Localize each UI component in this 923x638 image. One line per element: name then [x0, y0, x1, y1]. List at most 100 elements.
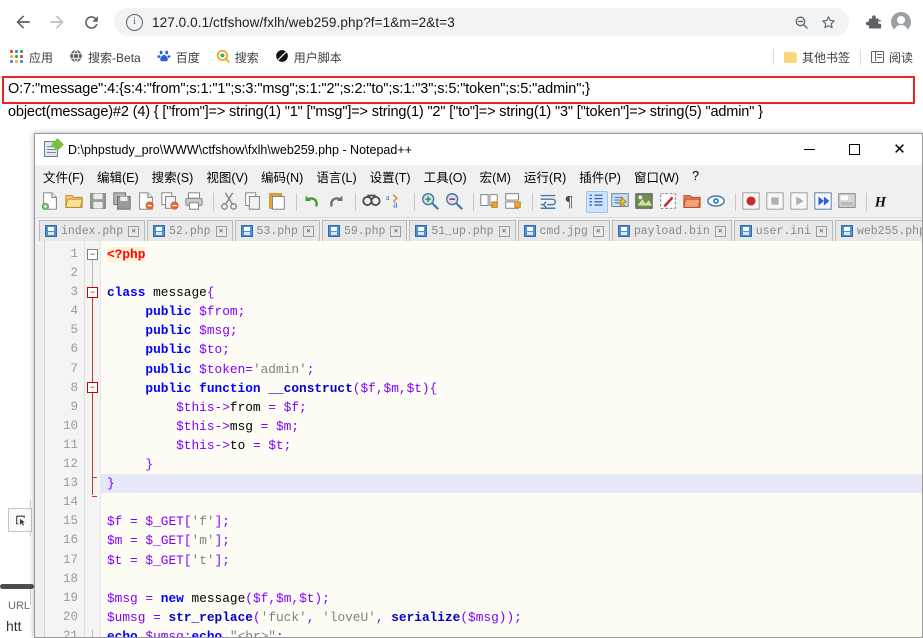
print-icon[interactable]: [184, 191, 206, 213]
fold-marker-php[interactable]: −: [87, 249, 98, 260]
code-folding-margin[interactable]: − − −: [85, 241, 101, 637]
tab-payload-bin[interactable]: payload.bin ✕: [611, 220, 732, 241]
show-all-chars-icon[interactable]: ¶: [562, 191, 584, 213]
code-line: <?php: [107, 247, 146, 262]
close-file-icon[interactable]: [136, 191, 158, 213]
tab-51-up-php[interactable]: 51_up.php ✕: [409, 220, 516, 241]
sync-scroll-v-icon[interactable]: [479, 191, 501, 213]
fold-tick: [92, 477, 97, 478]
save-macro-icon[interactable]: [837, 191, 859, 213]
star-icon[interactable]: [820, 14, 837, 31]
tab-59-php[interactable]: 59.php ✕: [321, 220, 408, 241]
menu-item-plugins[interactable]: 插件(P): [579, 167, 621, 186]
inspect-element-icon[interactable]: [8, 508, 32, 532]
menu-item-settings[interactable]: 设置(T): [370, 167, 411, 186]
minimize-button[interactable]: [787, 134, 832, 165]
ui-theme-icon[interactable]: [610, 191, 632, 213]
back-button[interactable]: [8, 7, 38, 37]
saved-document-icon: [240, 225, 253, 237]
undo-icon[interactable]: [302, 191, 324, 213]
tab-cmd-jpg[interactable]: cmd.jpg ✕: [517, 220, 610, 241]
show-summary-icon[interactable]: [634, 191, 656, 213]
avatar[interactable]: [887, 8, 915, 36]
indent-guide-icon[interactable]: [586, 191, 608, 213]
menu-item-encoding[interactable]: 编码(N): [261, 167, 303, 186]
html-preview-icon[interactable]: H: [872, 191, 894, 213]
line-number: 18: [62, 571, 78, 586]
bookmark-apps[interactable]: 应用: [10, 49, 53, 66]
npp-title-bar[interactable]: D:\phpstudy_pro\WWW\ctfshow\fxlh\web259.…: [35, 134, 922, 165]
zoom-out-icon[interactable]: [444, 191, 466, 213]
line-number-gutter: 1 2 3 4 5 6 7 8 9 10 11 12 13 14 15 16 1…: [45, 241, 85, 637]
find-icon[interactable]: [361, 191, 383, 213]
maximize-button[interactable]: [832, 134, 877, 165]
fold-marker-function[interactable]: −: [87, 382, 98, 393]
code-text-area[interactable]: <?php class message{ public $from; publi…: [101, 241, 922, 637]
menu-item-help[interactable]: ?: [692, 169, 699, 183]
search-minus-icon[interactable]: [793, 14, 810, 31]
folder-as-workspace-icon[interactable]: [682, 191, 704, 213]
tab-close-icon[interactable]: ✕: [390, 225, 402, 237]
copy-icon[interactable]: [243, 191, 265, 213]
new-file-icon[interactable]: [40, 191, 62, 213]
tab-53-php[interactable]: 53.php ✕: [234, 220, 320, 241]
notepad-plus-plus-icon: [44, 138, 64, 158]
bookmark-search[interactable]: 搜索: [216, 49, 259, 66]
address-bar[interactable]: i 127.0.0.1/ctfshow/fxlh/web259.php?f=1&…: [114, 8, 849, 36]
menu-item-run[interactable]: 运行(R): [524, 167, 566, 186]
bookmark-search-beta[interactable]: 搜索-Beta: [69, 49, 141, 66]
close-all-icon[interactable]: [160, 191, 182, 213]
forward-button[interactable]: [42, 7, 72, 37]
tab-close-icon[interactable]: ✕: [815, 225, 827, 237]
stop-macro-icon[interactable]: [765, 191, 787, 213]
word-wrap-icon[interactable]: [538, 191, 560, 213]
tab-52-php[interactable]: 52.php ✕: [147, 220, 233, 241]
reload-button[interactable]: [76, 7, 106, 37]
horizontal-scrollbar[interactable]: [0, 584, 34, 589]
tab-web255-php[interactable]: web255.php✕: [834, 220, 922, 241]
play-multiple-icon[interactable]: [813, 191, 835, 213]
tab-close-icon[interactable]: ✕: [302, 225, 314, 237]
tab-index-php[interactable]: index.php ✕: [39, 220, 146, 241]
http-text: htt: [6, 618, 22, 634]
tab-close-icon[interactable]: ✕: [592, 225, 604, 237]
menu-item-view[interactable]: 视图(V): [206, 167, 248, 186]
save-all-icon[interactable]: [112, 191, 134, 213]
menu-item-window[interactable]: 窗口(W): [634, 167, 679, 186]
code-line: $this->from = $f;: [176, 399, 307, 415]
fold-marker-class[interactable]: −: [87, 287, 98, 298]
menu-item-file[interactable]: 文件(F): [43, 167, 84, 186]
document-map-icon[interactable]: [706, 191, 728, 213]
macro-playback-icon[interactable]: [658, 191, 680, 213]
site-info-icon[interactable]: i: [126, 13, 143, 31]
menu-item-macro[interactable]: 宏(M): [480, 167, 511, 186]
puzzle-icon[interactable]: [859, 8, 887, 36]
bookmark-userscript[interactable]: 用户脚本: [275, 49, 342, 66]
bookmark-other-bookmarks[interactable]: 其他书签: [783, 49, 850, 66]
close-button[interactable]: ✕: [877, 134, 922, 165]
menu-item-search[interactable]: 搜索(S): [152, 167, 194, 186]
tab-close-icon[interactable]: ✕: [215, 225, 227, 237]
menu-item-tools[interactable]: 工具(O): [424, 167, 467, 186]
open-file-icon[interactable]: [64, 191, 86, 213]
sync-scroll-h-icon[interactable]: [503, 191, 525, 213]
tab-label: payload.bin: [633, 224, 710, 238]
tab-close-icon[interactable]: ✕: [128, 225, 140, 237]
tab-close-icon[interactable]: ✕: [498, 225, 510, 237]
code-editor[interactable]: 1 2 3 4 5 6 7 8 9 10 11 12 13 14 15 16 1…: [35, 241, 922, 637]
zoom-in-icon[interactable]: [420, 191, 442, 213]
tab-close-icon[interactable]: ✕: [714, 225, 726, 237]
redo-icon[interactable]: [326, 191, 348, 213]
play-macro-icon[interactable]: [789, 191, 811, 213]
record-macro-icon[interactable]: [741, 191, 763, 213]
menu-item-language[interactable]: 语言(L): [316, 167, 356, 186]
save-icon[interactable]: [88, 191, 110, 213]
code-line: public function __construct($f,$m,$t){: [145, 380, 438, 396]
menu-item-edit[interactable]: 编辑(E): [97, 167, 139, 186]
reading-list-button[interactable]: 阅读: [870, 49, 913, 66]
tab-user-ini[interactable]: user.ini ✕: [733, 220, 833, 241]
bookmark-baidu[interactable]: 百度: [157, 49, 200, 66]
replace-icon[interactable]: aa: [385, 191, 407, 213]
cut-icon[interactable]: [219, 191, 241, 213]
paste-icon[interactable]: [267, 191, 289, 213]
